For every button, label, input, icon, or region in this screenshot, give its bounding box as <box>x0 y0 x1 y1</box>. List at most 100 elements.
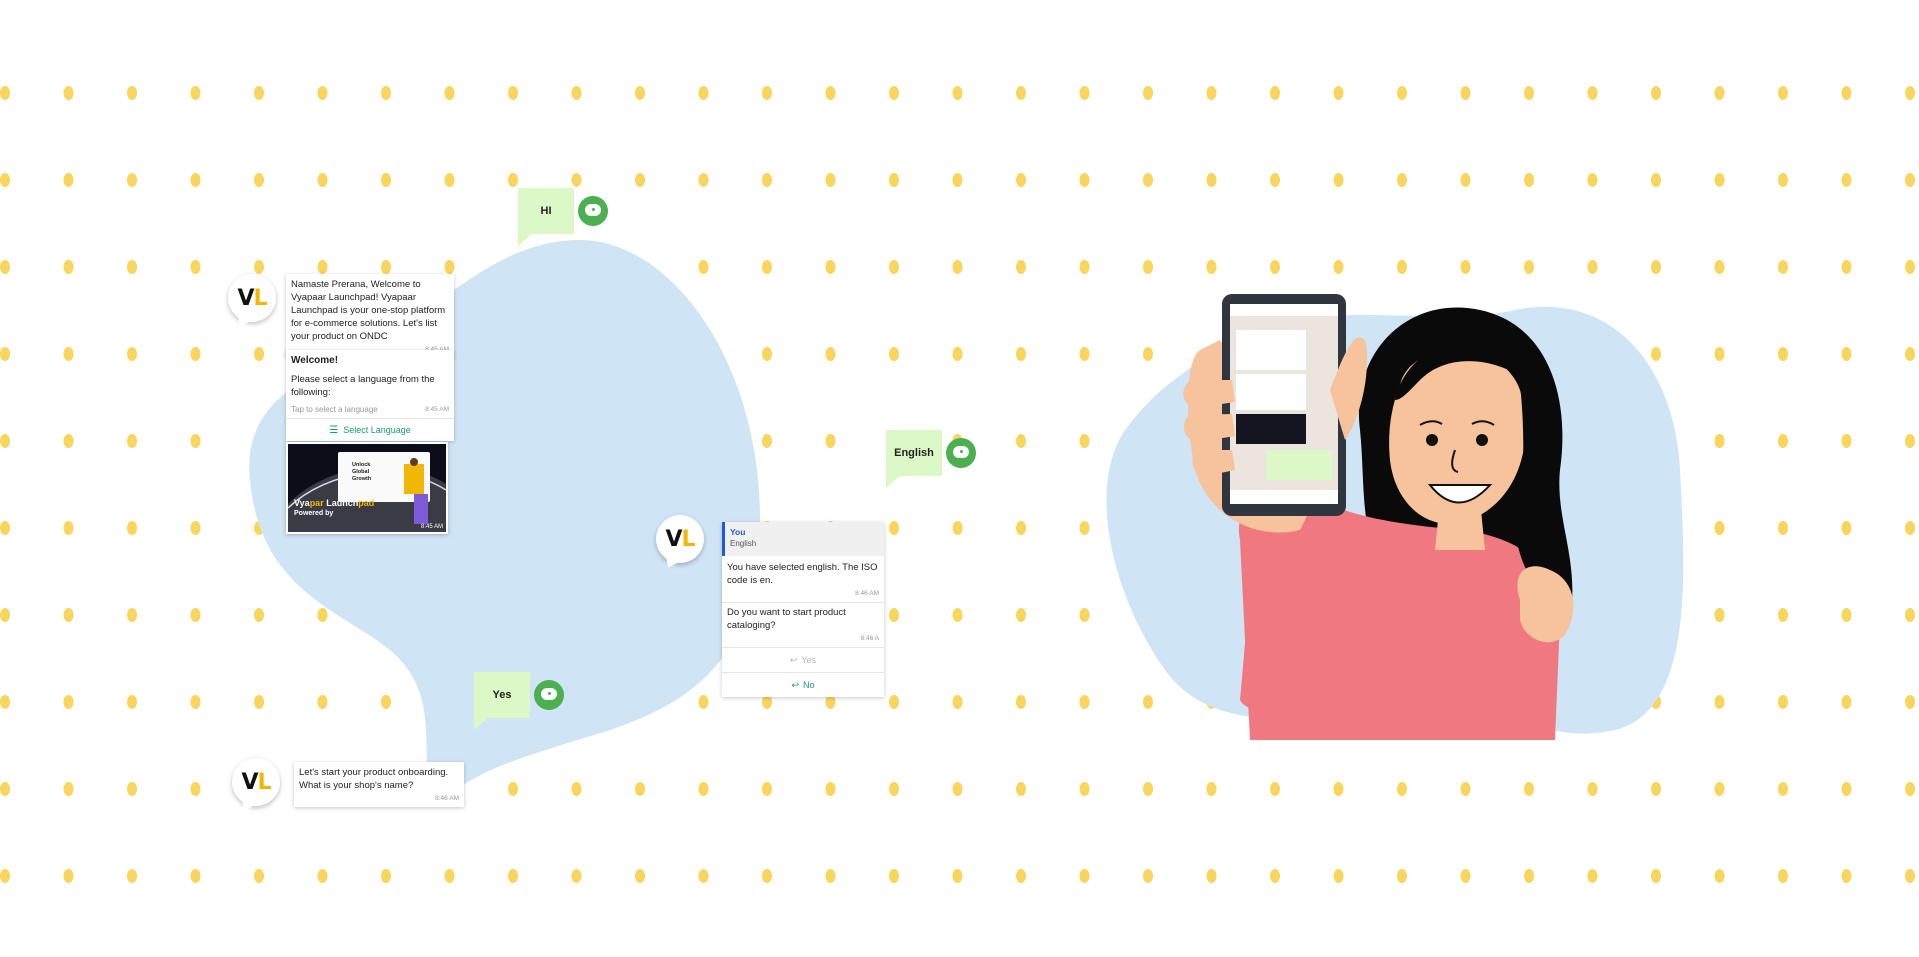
welcome-message-text: Namaste Prerana, Welcome to Vyapaar Laun… <box>291 279 446 342</box>
language-confirmation-card: You English You have selected english. T… <box>722 522 884 697</box>
background-dot <box>1587 782 1598 796</box>
background-dot <box>1143 869 1153 883</box>
select-language-button[interactable]: ☰ Select Language <box>286 418 454 441</box>
option-no-button[interactable]: ↩ No <box>722 672 884 697</box>
background-dot <box>1841 347 1852 361</box>
background-dot <box>1651 260 1661 274</box>
background-dot <box>127 869 137 883</box>
background-dot <box>1841 260 1852 274</box>
background-dot <box>1270 173 1280 187</box>
woman-with-phone-illustration <box>1183 294 1574 740</box>
vyapaar-launchpad-banner[interactable]: Unlock Global Growth Vyapar Launchpad Po… <box>286 442 448 534</box>
background-dot <box>1524 86 1534 100</box>
background-dot <box>762 86 772 100</box>
background-dot <box>1206 260 1217 274</box>
background-dot <box>825 869 836 883</box>
background-dot <box>127 347 137 361</box>
reply-english: English <box>886 430 976 488</box>
reply-hi-text: HI <box>540 205 552 217</box>
reply-arrow-icon: ↩ <box>791 679 800 690</box>
background-dot <box>952 521 963 535</box>
background-dot <box>63 260 74 274</box>
background-dot <box>825 86 836 100</box>
background-dot <box>1143 86 1153 100</box>
background-dot <box>63 347 74 361</box>
background-dot <box>254 86 264 100</box>
background-dot <box>1460 173 1471 187</box>
background-dot <box>889 869 899 883</box>
background-dot <box>1270 869 1280 883</box>
reply-english-text: English <box>894 447 934 459</box>
background-dot <box>1841 173 1852 187</box>
background-dot <box>1778 173 1788 187</box>
background-dot <box>825 260 836 274</box>
user-chat-icon <box>534 680 564 710</box>
background-dot <box>1079 695 1090 709</box>
background-dot <box>1143 260 1153 274</box>
background-dot <box>1397 782 1407 796</box>
background-dot <box>127 86 137 100</box>
background-dot <box>1714 782 1725 796</box>
background-dot <box>444 86 455 100</box>
background-dot <box>952 260 963 274</box>
background-dot <box>1905 782 1915 796</box>
quoted-text: English <box>730 539 757 548</box>
background-dot <box>1016 695 1026 709</box>
background-dot <box>1714 173 1725 187</box>
background-dot <box>63 608 74 622</box>
background-dot <box>1270 260 1280 274</box>
background-dot <box>0 173 10 187</box>
background-dot <box>63 434 74 448</box>
background-dot <box>571 173 582 187</box>
background-dot <box>1524 173 1534 187</box>
background-dot <box>0 782 10 796</box>
background-dot <box>1905 521 1915 535</box>
background-dot <box>63 86 74 100</box>
background-dot <box>1333 173 1344 187</box>
background-dot <box>508 869 518 883</box>
background-dot <box>1905 86 1915 100</box>
background-dot <box>1079 86 1090 100</box>
background-dot <box>508 173 518 187</box>
language-card-title: Welcome! <box>291 355 339 366</box>
background-dot <box>1587 173 1598 187</box>
background-dot <box>127 608 137 622</box>
background-dot <box>825 434 836 448</box>
background-dot <box>952 86 963 100</box>
background-dot <box>190 521 201 535</box>
background-dot <box>889 347 899 361</box>
option-yes-button[interactable]: ↩ Yes <box>722 647 884 672</box>
background-dot <box>1016 173 1026 187</box>
background-dot <box>1778 521 1788 535</box>
background-dot <box>1841 695 1852 709</box>
background-dot <box>1587 869 1598 883</box>
language-select-card: Welcome! Please select a language from t… <box>286 350 454 441</box>
background-dot <box>889 782 899 796</box>
background-dot <box>1016 869 1026 883</box>
background-dot <box>635 869 645 883</box>
message-timestamp: 8:46 AM <box>855 590 879 597</box>
iso-confirmation-text: You have selected english. The ISO code … <box>727 562 878 586</box>
background-dot <box>1333 782 1344 796</box>
background-dot <box>1714 86 1725 100</box>
background-dot <box>1206 173 1217 187</box>
background-dot <box>1079 260 1090 274</box>
background-dot <box>1079 434 1090 448</box>
background-dot <box>190 869 201 883</box>
background-dot <box>1778 782 1788 796</box>
background-dot <box>1905 695 1915 709</box>
background-dot <box>635 86 645 100</box>
background-dot <box>1333 86 1344 100</box>
background-dot <box>0 434 10 448</box>
background-dot <box>0 869 10 883</box>
option-no-label: No <box>803 679 815 690</box>
background-dot <box>1778 608 1788 622</box>
vl-avatar: VL <box>232 758 280 806</box>
background-dot <box>63 869 74 883</box>
banner-tagline: Unlock Global Growth <box>352 462 372 482</box>
background-dot <box>1905 260 1915 274</box>
background-dot <box>190 695 201 709</box>
background-dot <box>1397 173 1407 187</box>
background-dot <box>1714 695 1725 709</box>
background-dot <box>571 86 582 100</box>
